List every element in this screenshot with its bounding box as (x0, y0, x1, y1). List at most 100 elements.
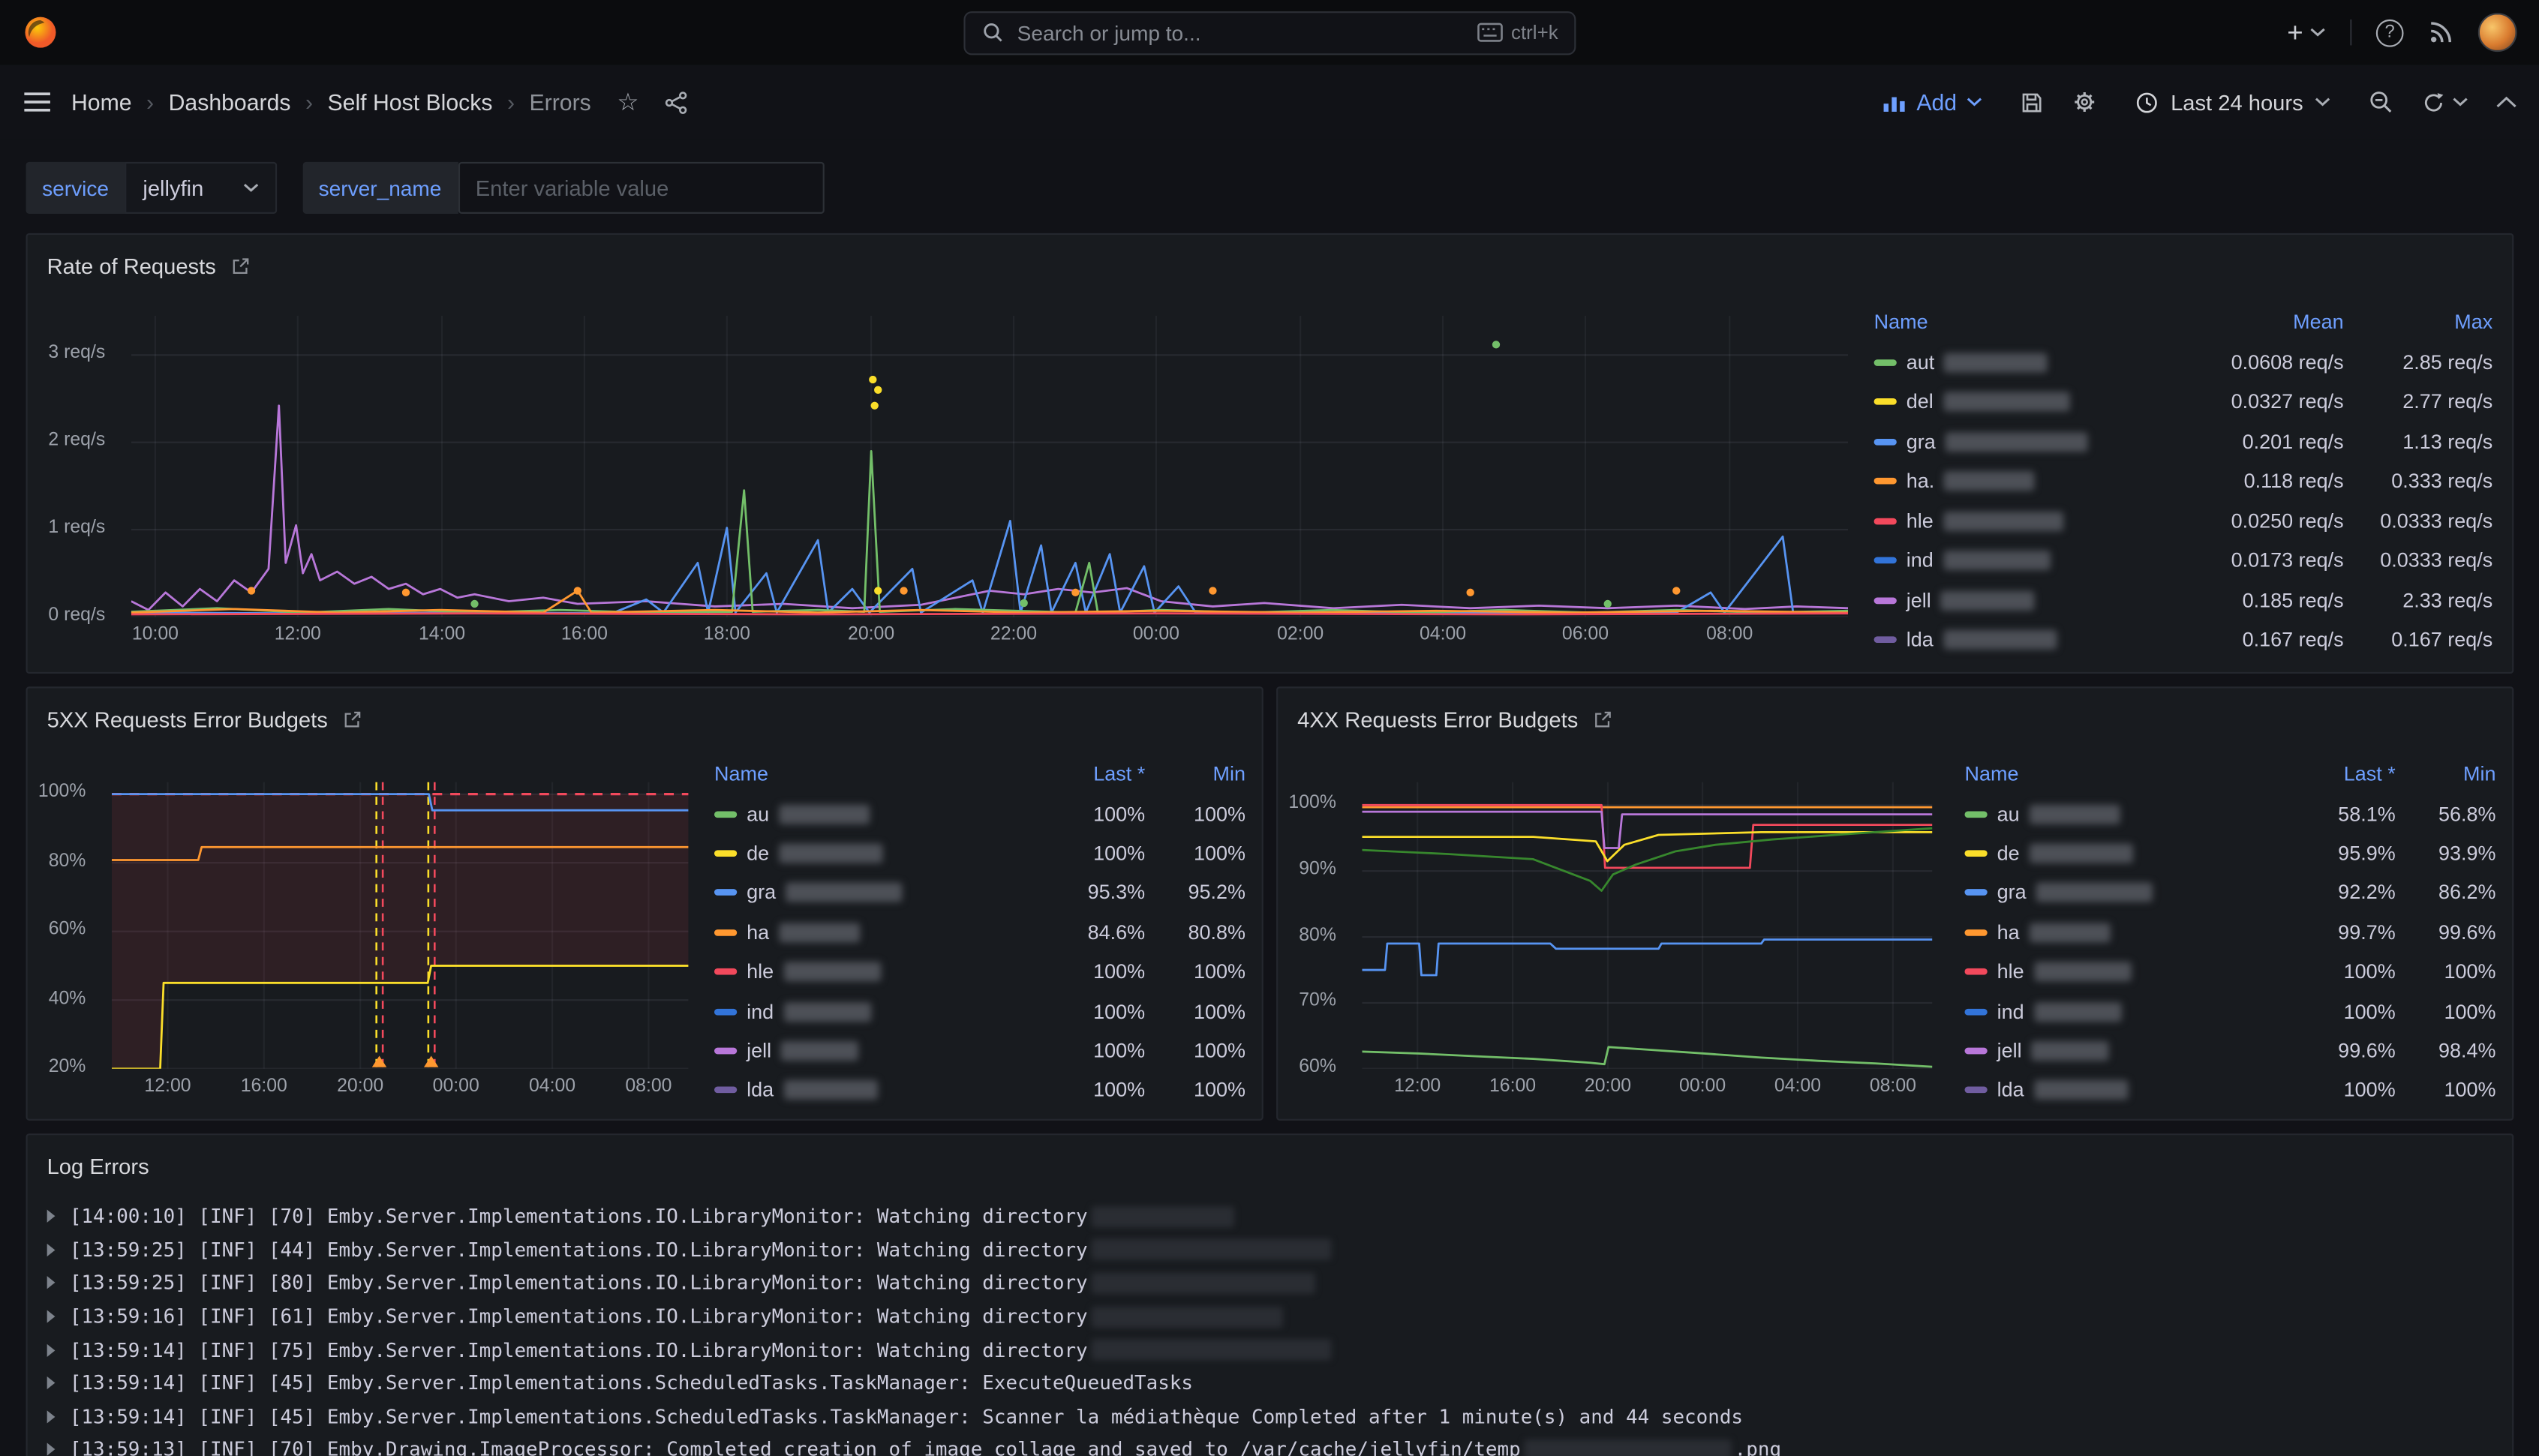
series-name[interactable]: hle (1965, 960, 2279, 983)
log-row[interactable]: [13:59:14] [INF] [75] Emby.Server.Implem… (47, 1333, 2496, 1366)
legend-row[interactable]: gra0.201 req/s1.13 req/s (1874, 422, 2493, 461)
help-button[interactable]: ? (2376, 19, 2404, 47)
external-link-icon[interactable] (342, 710, 363, 731)
time-range-picker[interactable]: Last 24 hours (2126, 89, 2341, 116)
legend-sort-col1[interactable]: Mean (2162, 311, 2344, 334)
expand-caret-icon[interactable] (47, 1210, 56, 1223)
zoom-out-button[interactable] (2368, 89, 2394, 116)
log-row[interactable]: [13:59:25] [INF] [44] Emby.Server.Implem… (47, 1233, 2496, 1266)
series-name[interactable]: ind (1965, 1000, 2279, 1022)
breadcrumb-self-host-blocks[interactable]: Self Host Blocks (327, 89, 492, 116)
log-row[interactable]: [13:59:14] [INF] [45] Emby.Server.Implem… (47, 1367, 2496, 1400)
news-button[interactable] (2428, 20, 2454, 46)
expand-caret-icon[interactable] (47, 1343, 56, 1356)
series-name[interactable]: jell (1874, 589, 2162, 611)
user-avatar[interactable] (2478, 13, 2517, 52)
series-name[interactable]: gra (714, 881, 1029, 904)
legend-sort-col1[interactable]: Last * (2279, 763, 2395, 785)
series-name[interactable]: hle (1874, 509, 2162, 532)
legend-row[interactable]: jell99.6%98.4% (1965, 1031, 2496, 1071)
log-row[interactable]: [13:59:16] [INF] [61] Emby.Server.Implem… (47, 1300, 2496, 1333)
series-name[interactable]: au (714, 803, 1029, 825)
legend-sort-col1[interactable]: Last * (1029, 763, 1145, 785)
dashboard-settings-button[interactable] (2072, 89, 2098, 116)
panel-header[interactable]: 5XX Requests Error Budgets (28, 688, 1262, 737)
new-menu-button[interactable]: + (2287, 19, 2326, 47)
series-name[interactable]: gra (1965, 881, 2279, 904)
refresh-button[interactable] (2421, 90, 2468, 114)
expand-caret-icon[interactable] (47, 1277, 56, 1289)
legend-row[interactable]: jell0.185 req/s2.33 req/s (1874, 581, 2493, 620)
rate-chart-canvas[interactable] (131, 316, 1848, 617)
series-name[interactable]: hle (714, 960, 1029, 983)
legend-row[interactable]: ha99.7%99.6% (1965, 913, 2496, 953)
panel-header[interactable]: 4XX Requests Error Budgets (1278, 688, 2512, 737)
series-name[interactable]: gra (1874, 431, 2162, 453)
five-xx-chart-canvas[interactable] (112, 782, 688, 1069)
legend-row[interactable]: lda100%100% (714, 1070, 1245, 1110)
collapse-toolbar-button[interactable] (2496, 95, 2517, 108)
series-name[interactable]: ind (1874, 549, 2162, 572)
grafana-logo[interactable] (23, 14, 58, 50)
legend-row[interactable]: del0.0327 req/s2.77 req/s (1874, 382, 2493, 422)
legend-row[interactable]: jell100%100% (714, 1031, 1245, 1071)
expand-caret-icon[interactable] (47, 1443, 56, 1456)
series-name[interactable]: ind (714, 1000, 1029, 1022)
legend-sort-col2[interactable]: Min (1145, 763, 1245, 785)
panel-header[interactable]: Rate of Requests (28, 235, 2512, 284)
series-name[interactable]: jell (714, 1040, 1029, 1062)
legend-row[interactable]: ind100%100% (1965, 992, 2496, 1031)
variable-service-select[interactable]: jellyfin (125, 162, 277, 214)
breadcrumb-home[interactable]: Home (71, 89, 132, 116)
external-link-icon[interactable] (230, 256, 251, 277)
legend-sort-col2[interactable]: Min (2396, 763, 2496, 785)
expand-caret-icon[interactable] (47, 1410, 56, 1423)
legend-row[interactable]: gra95.3%95.2% (714, 873, 1245, 913)
legend-row[interactable]: au58.1%56.8% (1965, 794, 2496, 834)
expand-caret-icon[interactable] (47, 1244, 56, 1256)
series-name[interactable]: ha. (1874, 470, 2162, 493)
legend-row[interactable]: de100%100% (714, 833, 1245, 873)
legend-sort-name[interactable]: Name (1965, 763, 2279, 785)
legend-row[interactable]: hle100%100% (714, 952, 1245, 992)
legend-row[interactable]: aut0.0608 req/s2.85 req/s (1874, 343, 2493, 383)
log-row[interactable]: [14:00:10] [INF] [70] Emby.Server.Implem… (47, 1200, 2496, 1233)
series-name[interactable]: lda (1874, 629, 2162, 651)
expand-caret-icon[interactable] (47, 1376, 56, 1389)
legend-sort-name[interactable]: Name (714, 763, 1029, 785)
series-name[interactable]: ha (1965, 921, 2279, 944)
legend-sort-col2[interactable]: Max (2344, 311, 2493, 334)
series-name[interactable]: lda (714, 1079, 1029, 1101)
legend-row[interactable]: de95.9%93.9% (1965, 833, 2496, 873)
save-dashboard-button[interactable] (2020, 90, 2044, 114)
mega-menu-toggle[interactable] (23, 91, 52, 113)
panel-header[interactable]: Log Errors (28, 1135, 2512, 1184)
share-button[interactable] (665, 90, 689, 114)
external-link-icon[interactable] (1593, 710, 1614, 731)
series-name[interactable]: au (1965, 803, 2279, 825)
series-name[interactable]: de (714, 842, 1029, 864)
favorite-button[interactable]: ☆ (617, 90, 639, 114)
legend-row[interactable]: ha84.6%80.8% (714, 913, 1245, 953)
expand-caret-icon[interactable] (47, 1310, 56, 1323)
four-xx-chart-canvas[interactable] (1362, 782, 1932, 1069)
legend-row[interactable]: lda100%100% (1965, 1070, 2496, 1110)
series-name[interactable]: lda (1965, 1079, 2279, 1101)
breadcrumb-dashboards[interactable]: Dashboards (169, 89, 291, 116)
series-name[interactable]: del (1874, 391, 2162, 413)
legend-row[interactable]: hle100%100% (1965, 952, 2496, 992)
log-row[interactable]: [13:59:25] [INF] [80] Emby.Server.Implem… (47, 1267, 2496, 1300)
series-name[interactable]: de (1965, 842, 2279, 864)
variable-server-name-input[interactable] (458, 162, 824, 214)
legend-row[interactable]: au100%100% (714, 794, 1245, 834)
legend-row[interactable]: lda0.167 req/s0.167 req/s (1874, 620, 2493, 660)
legend-row[interactable]: gra92.2%86.2% (1965, 873, 2496, 913)
legend-sort-name[interactable]: Name (1874, 311, 2162, 334)
legend-row[interactable]: hle0.0250 req/s0.0333 req/s (1874, 501, 2493, 541)
log-row[interactable]: [13:59:14] [INF] [45] Emby.Server.Implem… (47, 1400, 2496, 1433)
add-panel-button[interactable]: Add (1873, 88, 1993, 117)
legend-row[interactable]: ind0.0173 req/s0.0333 req/s (1874, 541, 2493, 581)
log-row[interactable]: [13:59:13] [INF] [70] Emby.Drawing.Image… (47, 1433, 2496, 1456)
legend-row[interactable]: ha.0.118 req/s0.333 req/s (1874, 461, 2493, 501)
series-name[interactable]: aut (1874, 351, 2162, 374)
